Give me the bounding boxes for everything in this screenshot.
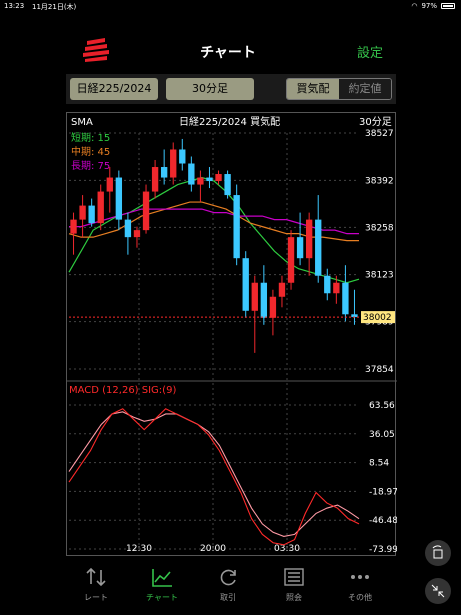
legend-long: 長期: 75 bbox=[71, 160, 110, 172]
candle-body bbox=[160, 167, 168, 178]
bid-toggle-button[interactable]: 買気配 bbox=[287, 79, 339, 99]
macd-tick-label: -73.99 bbox=[369, 545, 397, 555]
candle-body bbox=[324, 275, 331, 294]
current-price-label: 38002 bbox=[363, 313, 392, 323]
tab-chart[interactable]: チャート bbox=[129, 562, 195, 610]
collapse-button[interactable] bbox=[425, 578, 451, 604]
tab-chart-label: チャート bbox=[146, 593, 178, 602]
price-tick-label: 38258 bbox=[365, 223, 394, 233]
candle-body bbox=[188, 163, 195, 185]
page-title: チャート bbox=[200, 45, 256, 61]
candle-body bbox=[305, 219, 313, 259]
legend-mid: 中期: 45 bbox=[71, 145, 110, 158]
signal-line bbox=[68, 411, 360, 538]
tab-rate[interactable]: レート bbox=[63, 562, 129, 610]
macd-tick-label: -46.48 bbox=[369, 516, 397, 526]
candle-body bbox=[215, 174, 222, 182]
candle-body bbox=[287, 237, 295, 283]
candle-body bbox=[342, 282, 349, 315]
tab-inquiry-label: 照会 bbox=[286, 593, 302, 602]
symbol-select-button[interactable]: 日経225/2024 bbox=[70, 78, 158, 100]
status-time: 13:23 bbox=[4, 2, 25, 10]
candle-body bbox=[197, 177, 204, 185]
status-bar: 13:23 11月21日(木) ◠ 97% bbox=[0, 0, 461, 14]
tab-trade[interactable]: 取引 bbox=[195, 562, 261, 610]
price-chart[interactable]: SMA 日経225/2024 買気配 30分足 短期: 15 中期: 45 長期… bbox=[66, 112, 397, 556]
arrows-updown-icon bbox=[86, 567, 106, 587]
chart-canvas: SMA 日経225/2024 買気配 30分足 短期: 15 中期: 45 長期… bbox=[67, 115, 397, 555]
price-tick-label: 38123 bbox=[365, 271, 394, 281]
candle-body bbox=[251, 282, 258, 311]
candle-body bbox=[179, 149, 186, 164]
candle-body bbox=[97, 191, 104, 224]
more-dots-icon bbox=[351, 575, 369, 579]
candle-body bbox=[224, 174, 231, 196]
time-tick-label: 12:30 bbox=[126, 544, 152, 554]
candle-body bbox=[151, 167, 159, 192]
interval-select-button[interactable]: 30分足 bbox=[166, 78, 254, 100]
price-type-toggle: 買気配 約定値 bbox=[286, 78, 392, 100]
chart-header-title: 日経225/2024 買気配 bbox=[179, 115, 280, 128]
candle-body bbox=[315, 219, 322, 276]
candle-body bbox=[333, 282, 340, 294]
tab-other-label: その他 bbox=[348, 593, 372, 602]
candle-body bbox=[79, 205, 86, 220]
trade-toggle-button[interactable]: 約定値 bbox=[339, 79, 391, 99]
macd-line bbox=[68, 408, 360, 546]
candle-body bbox=[115, 177, 123, 220]
candle-body bbox=[170, 149, 177, 178]
candle-body bbox=[70, 219, 77, 234]
tab-inquiry[interactable]: 照会 bbox=[261, 562, 327, 610]
battery-icon bbox=[441, 3, 455, 9]
candle-body bbox=[278, 282, 286, 297]
candle-body bbox=[233, 195, 240, 259]
indicator-label: SMA bbox=[71, 117, 93, 128]
candle-body bbox=[124, 219, 132, 238]
price-tick-label: 37854 bbox=[365, 365, 394, 375]
macd-tick-label: 63.56 bbox=[369, 401, 395, 411]
collapse-icon bbox=[431, 584, 445, 598]
app-header: チャート 設定 bbox=[63, 30, 393, 70]
candle-body bbox=[88, 205, 95, 224]
price-tick-label: 38392 bbox=[365, 176, 394, 186]
candle-body bbox=[269, 296, 277, 318]
refresh-icon bbox=[220, 569, 236, 586]
time-tick-label: 03:30 bbox=[274, 544, 300, 554]
rotate-icon bbox=[432, 545, 443, 559]
chart-toolbar: 日経225/2024 30分足 買気配 約定値 bbox=[66, 74, 396, 104]
candle-body bbox=[296, 237, 304, 259]
price-tick-label: 38527 bbox=[365, 129, 394, 139]
macd-tick-label: 8.54 bbox=[369, 459, 389, 469]
line-chart-icon bbox=[152, 569, 172, 587]
bottom-tab-bar: レート チャート 取引 照会 その他 bbox=[63, 562, 393, 610]
candle-body bbox=[260, 282, 268, 318]
settings-button[interactable]: 設定 bbox=[357, 42, 383, 61]
tab-other[interactable]: その他 bbox=[327, 562, 393, 610]
candle-body bbox=[142, 191, 150, 231]
list-icon bbox=[284, 568, 304, 586]
rotate-button[interactable] bbox=[425, 540, 451, 566]
macd-tick-label: -18.97 bbox=[369, 487, 397, 497]
tab-trade-label: 取引 bbox=[220, 593, 236, 602]
candle-body bbox=[133, 230, 141, 238]
macd-tick-label: 36.05 bbox=[369, 430, 395, 440]
candle-body bbox=[206, 177, 213, 182]
chart-interval-label: 30分足 bbox=[359, 116, 392, 128]
macd-title: MACD (12,26) SIG:(9) bbox=[69, 385, 176, 396]
status-date: 11月21日(木) bbox=[32, 3, 77, 11]
candle-body bbox=[242, 258, 249, 311]
time-tick-label: 20:00 bbox=[200, 544, 226, 554]
tab-rate-label: レート bbox=[84, 593, 108, 602]
candle-body bbox=[106, 177, 113, 192]
wifi-icon: ◠ bbox=[411, 2, 418, 10]
battery-percent: 97% bbox=[421, 2, 437, 10]
